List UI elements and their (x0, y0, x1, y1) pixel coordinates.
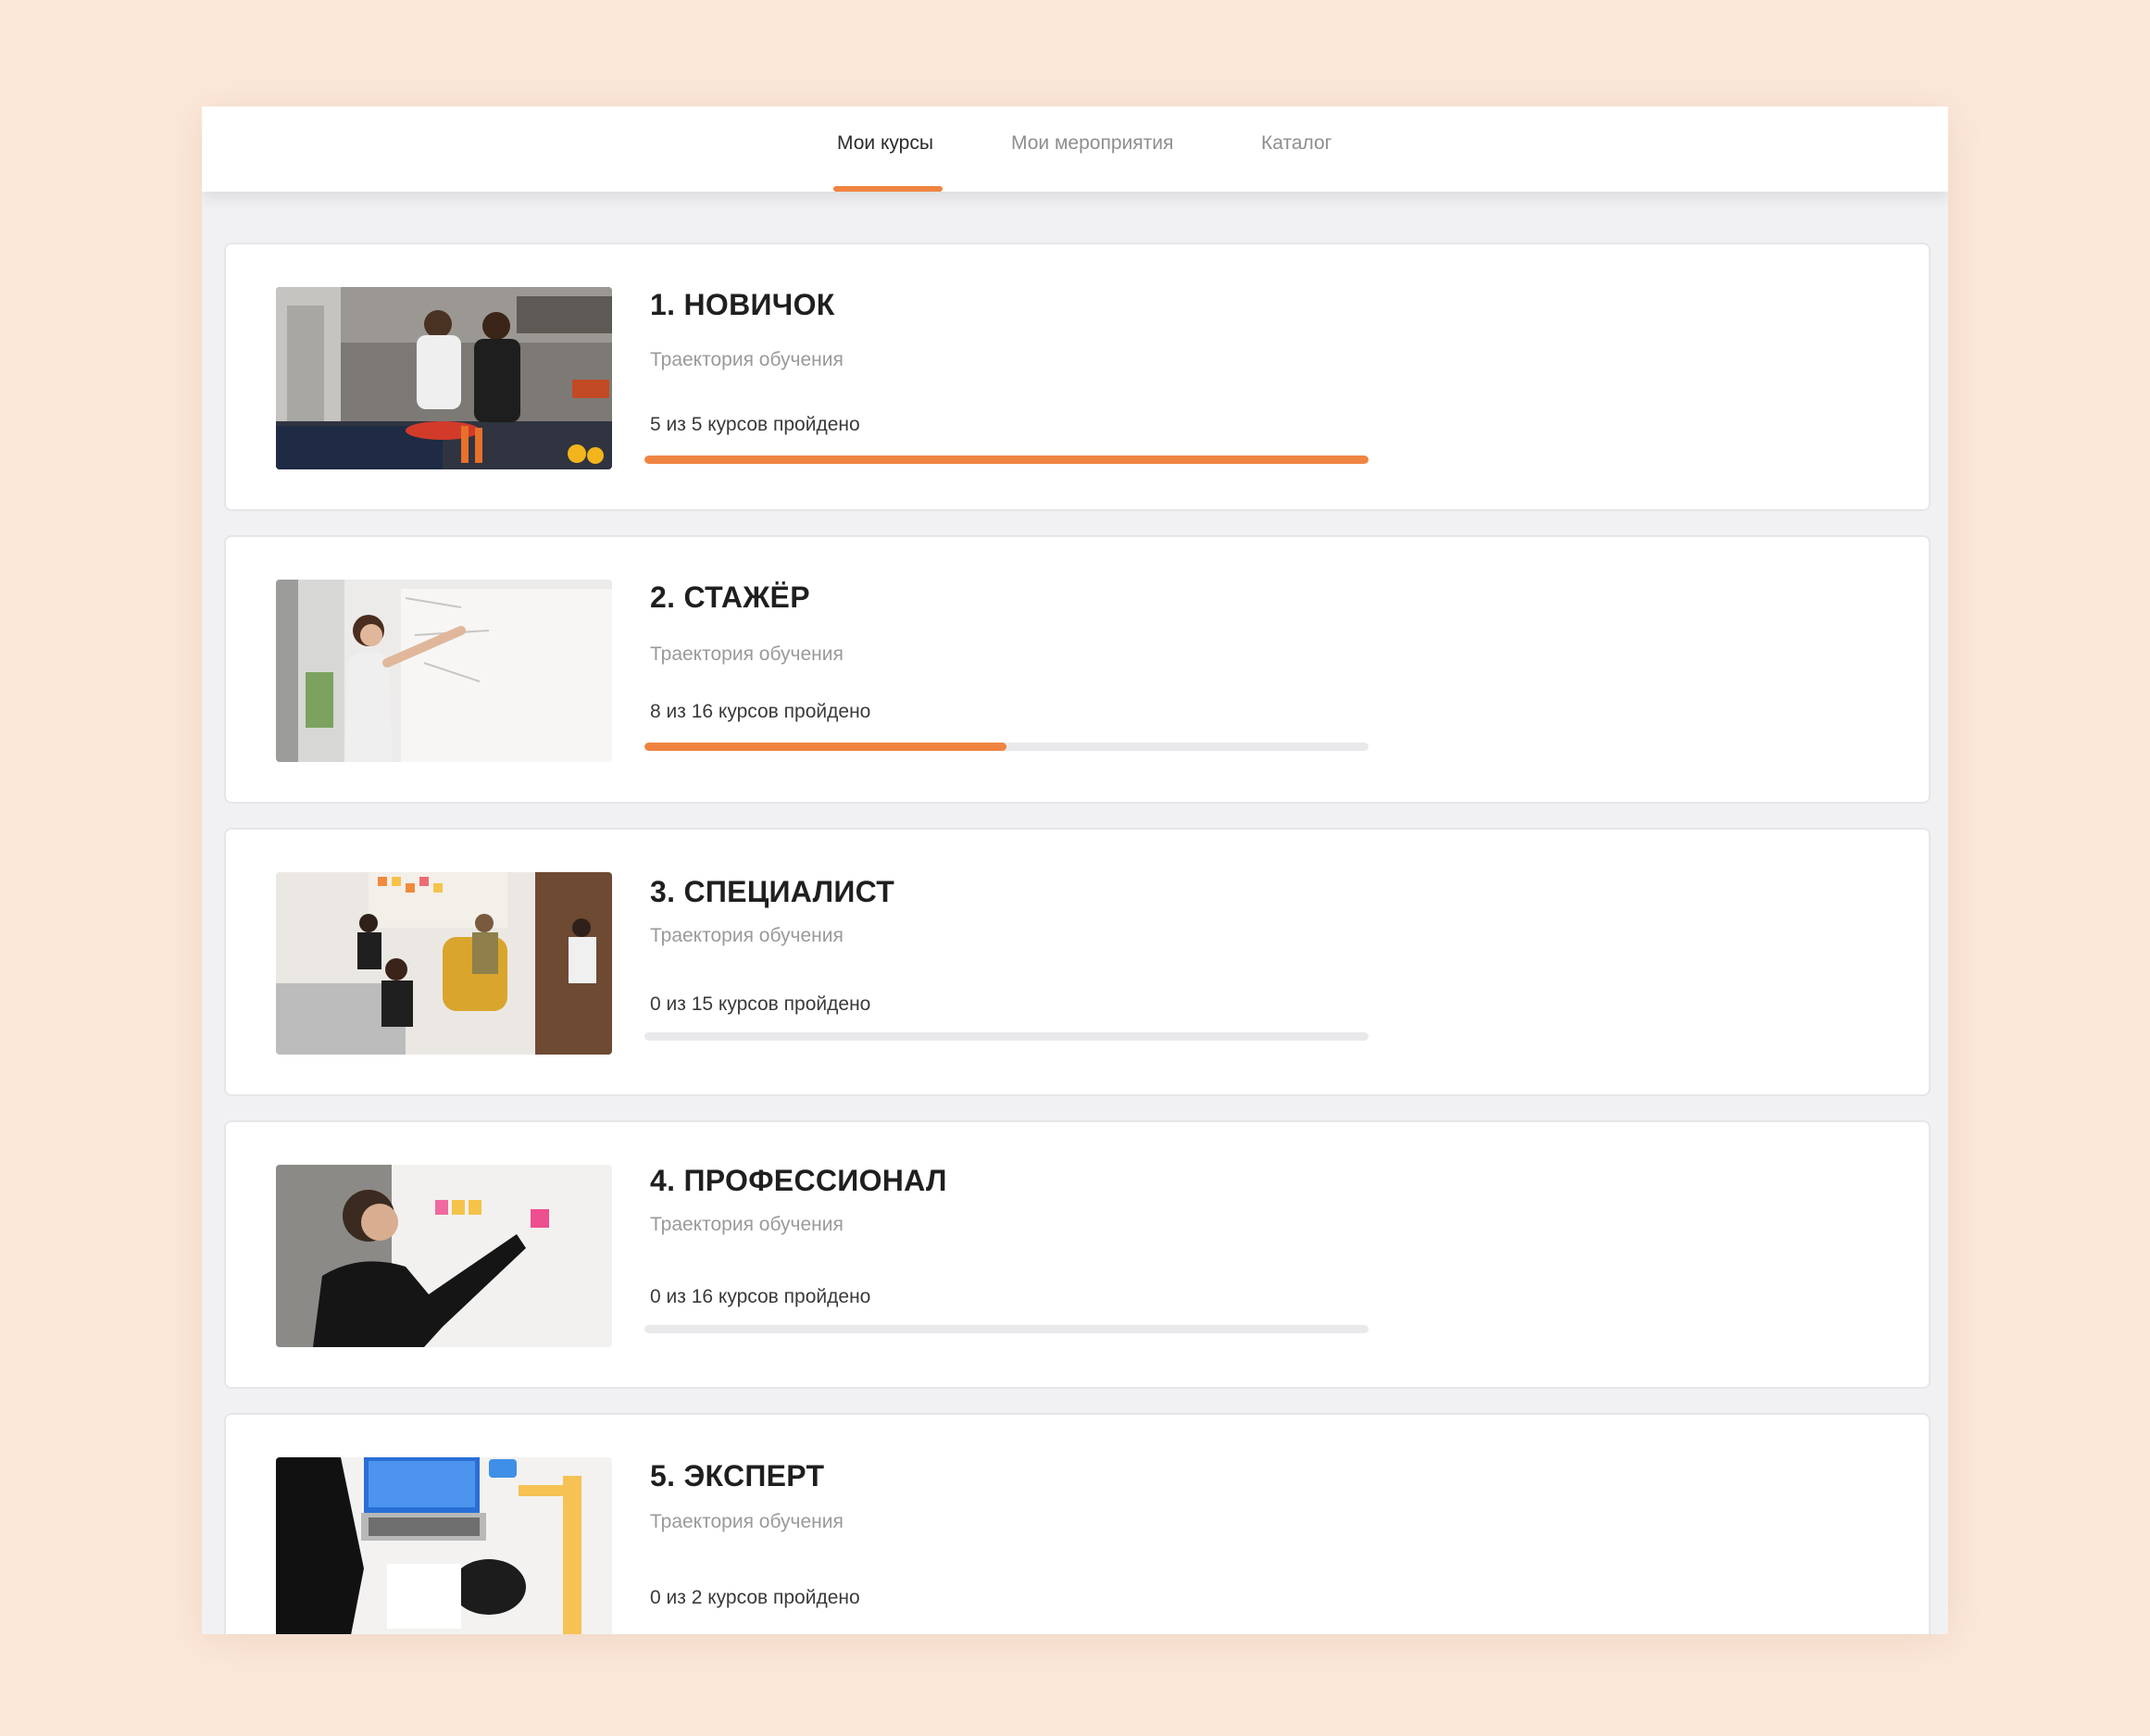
course-subtitle: Траектория обучения (650, 1214, 844, 1235)
course-title: 5. ЭКСПЕРТ (650, 1459, 825, 1492)
course-progress-text: 0 из 2 курсов пройдено (650, 1587, 860, 1608)
course-card-specialist[interactable]: 3. СПЕЦИАЛИСТ Траектория обучения 0 из 1… (224, 828, 1931, 1096)
course-progress-text: 0 из 16 курсов пройдено (650, 1286, 871, 1307)
course-progress-fill (644, 456, 1369, 464)
course-progress-fill (644, 743, 1006, 751)
course-progress-bar (644, 1325, 1369, 1333)
tab-my-courses[interactable]: Мои курсы (833, 106, 943, 192)
tab-catalog[interactable]: Каталог (1261, 106, 1331, 192)
tab-catalog-label: Каталог (1261, 132, 1332, 154)
course-subtitle: Траектория обучения (650, 349, 844, 370)
active-tab-indicator (833, 186, 943, 192)
laptop-desk-photo (276, 1457, 612, 1634)
course-card-novice[interactable]: 1. НОВИЧОК Траектория обучения 5 из 5 ку… (224, 243, 1931, 511)
course-progress-bar (644, 1032, 1369, 1041)
tab-my-events-label: Мои мероприятия (1011, 132, 1174, 154)
course-progress-text: 5 из 5 курсов пройдено (650, 414, 860, 435)
course-progress-bar (644, 743, 1369, 751)
tab-my-events[interactable]: Мои мероприятия (1011, 106, 1173, 192)
team-meeting-photo (276, 872, 612, 1055)
course-subtitle: Траектория обучения (650, 1511, 844, 1532)
course-progress-text: 8 из 16 курсов пройдено (650, 701, 871, 722)
top-navigation: Мои курсы Мои мероприятия Каталог (202, 106, 1948, 192)
course-title: 4. ПРОФЕССИОНАЛ (650, 1164, 947, 1197)
sticky-notes-photo (276, 1165, 612, 1347)
course-subtitle: Траектория обучения (650, 643, 844, 665)
course-card-expert[interactable]: 5. ЭКСПЕРТ Траектория обучения 0 из 2 ку… (224, 1413, 1931, 1634)
course-title: 2. СТАЖЁР (650, 581, 810, 614)
course-card-professional[interactable]: 4. ПРОФЕССИОНАЛ Траектория обучения 0 из… (224, 1120, 1931, 1389)
course-subtitle: Траектория обучения (650, 925, 844, 946)
kitchen-photo (276, 287, 612, 469)
whiteboard-photo (276, 580, 612, 762)
tab-my-courses-label: Мои курсы (837, 132, 933, 154)
course-progress-bar (644, 456, 1369, 464)
course-card-intern[interactable]: 2. СТАЖЁР Траектория обучения 8 из 16 ку… (224, 535, 1931, 804)
course-title: 3. СПЕЦИАЛИСТ (650, 875, 895, 908)
app-window: Мои курсы Мои мероприятия Каталог 1. НОВ… (202, 106, 1948, 1634)
course-title: 1. НОВИЧОК (650, 288, 835, 321)
course-progress-text: 0 из 15 курсов пройдено (650, 993, 871, 1015)
